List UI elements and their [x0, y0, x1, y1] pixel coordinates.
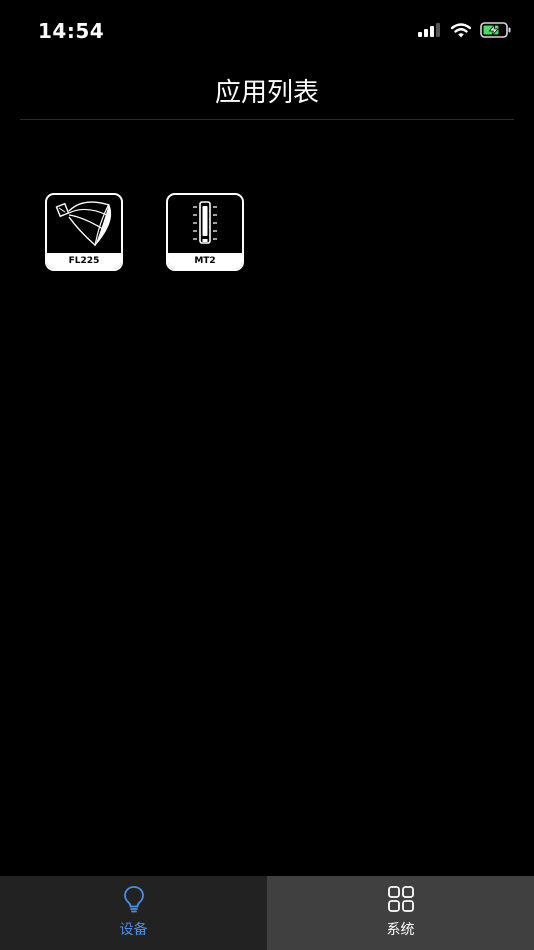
tab-devices[interactable]: 设备 — [0, 876, 267, 950]
cellular-signal-icon — [418, 23, 440, 37]
battery-charging-icon — [480, 22, 511, 38]
wifi-icon — [451, 22, 471, 37]
status-time: 14:54 — [38, 19, 105, 43]
tab-system[interactable]: 系统 — [267, 876, 534, 950]
status-icons — [418, 22, 512, 38]
tab-bar: 设备 系统 — [0, 876, 534, 950]
app-grid: FL225 MT2 — [45, 193, 244, 271]
tube-light-icon — [193, 201, 217, 244]
parabolic-softbox-icon — [55, 201, 112, 247]
app-tile-label: MT2 — [168, 253, 242, 269]
lightbulb-icon — [124, 886, 144, 913]
header: 应用列表 — [0, 64, 534, 120]
grid-icon — [388, 886, 414, 912]
app-tile-mt2[interactable]: MT2 — [166, 193, 244, 271]
tab-label: 系统 — [386, 922, 415, 938]
tab-label: 设备 — [119, 922, 148, 938]
header-divider — [20, 119, 514, 120]
status-bar: 14:54 — [0, 0, 534, 64]
app-tile-label: FL225 — [47, 253, 121, 269]
app-tile-fl225[interactable]: FL225 — [45, 193, 123, 271]
page-title: 应用列表 — [214, 78, 319, 108]
